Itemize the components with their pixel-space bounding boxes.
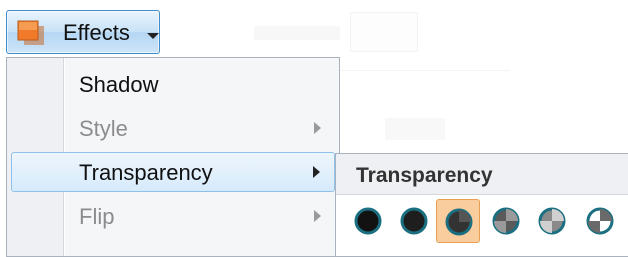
effects-button-label: Effects [63, 20, 130, 45]
chevron-right-icon [314, 122, 321, 134]
background-label [254, 26, 340, 40]
menu-item-transparency[interactable]: Transparency [11, 152, 335, 192]
transparency-swatch-3[interactable] [484, 199, 528, 243]
effects-button[interactable]: Effects [6, 10, 160, 54]
chevron-right-icon [314, 210, 321, 222]
menu-item-label: Flip [79, 204, 115, 229]
transparency-swatch-2[interactable] [436, 199, 480, 243]
menu-item-shadow[interactable]: Shadow [11, 64, 335, 104]
transparency-swatch-4[interactable] [530, 199, 574, 243]
menu-item-label: Style [79, 116, 128, 141]
transparency-submenu: Transparency [335, 153, 628, 257]
opacity-circle-icon [586, 207, 614, 235]
submenu-header: Transparency [336, 154, 628, 195]
transparency-swatch-5[interactable] [578, 199, 622, 243]
effects-icon [17, 20, 45, 46]
menu-item-label: Transparency [79, 160, 213, 185]
opacity-circle-icon [400, 207, 428, 235]
background-field [350, 12, 418, 52]
opacity-circle-icon [492, 207, 520, 235]
transparency-swatch-0[interactable] [346, 199, 390, 243]
opacity-circle-icon [354, 207, 382, 235]
chevron-down-icon[interactable] [147, 33, 159, 39]
opacity-circle-icon [445, 208, 473, 236]
submenu-title: Transparency [356, 164, 493, 187]
transparency-swatch-1[interactable] [392, 199, 436, 243]
chevron-right-icon [313, 166, 320, 178]
menu-item-flip[interactable]: Flip [11, 196, 335, 236]
background-panel [340, 70, 510, 71]
background-field [385, 118, 445, 140]
effects-menu: Shadow Style Transparency Flip [6, 57, 340, 257]
menu-item-label: Shadow [79, 72, 159, 97]
opacity-circle-icon [538, 207, 566, 235]
menu-item-style[interactable]: Style [11, 108, 335, 148]
